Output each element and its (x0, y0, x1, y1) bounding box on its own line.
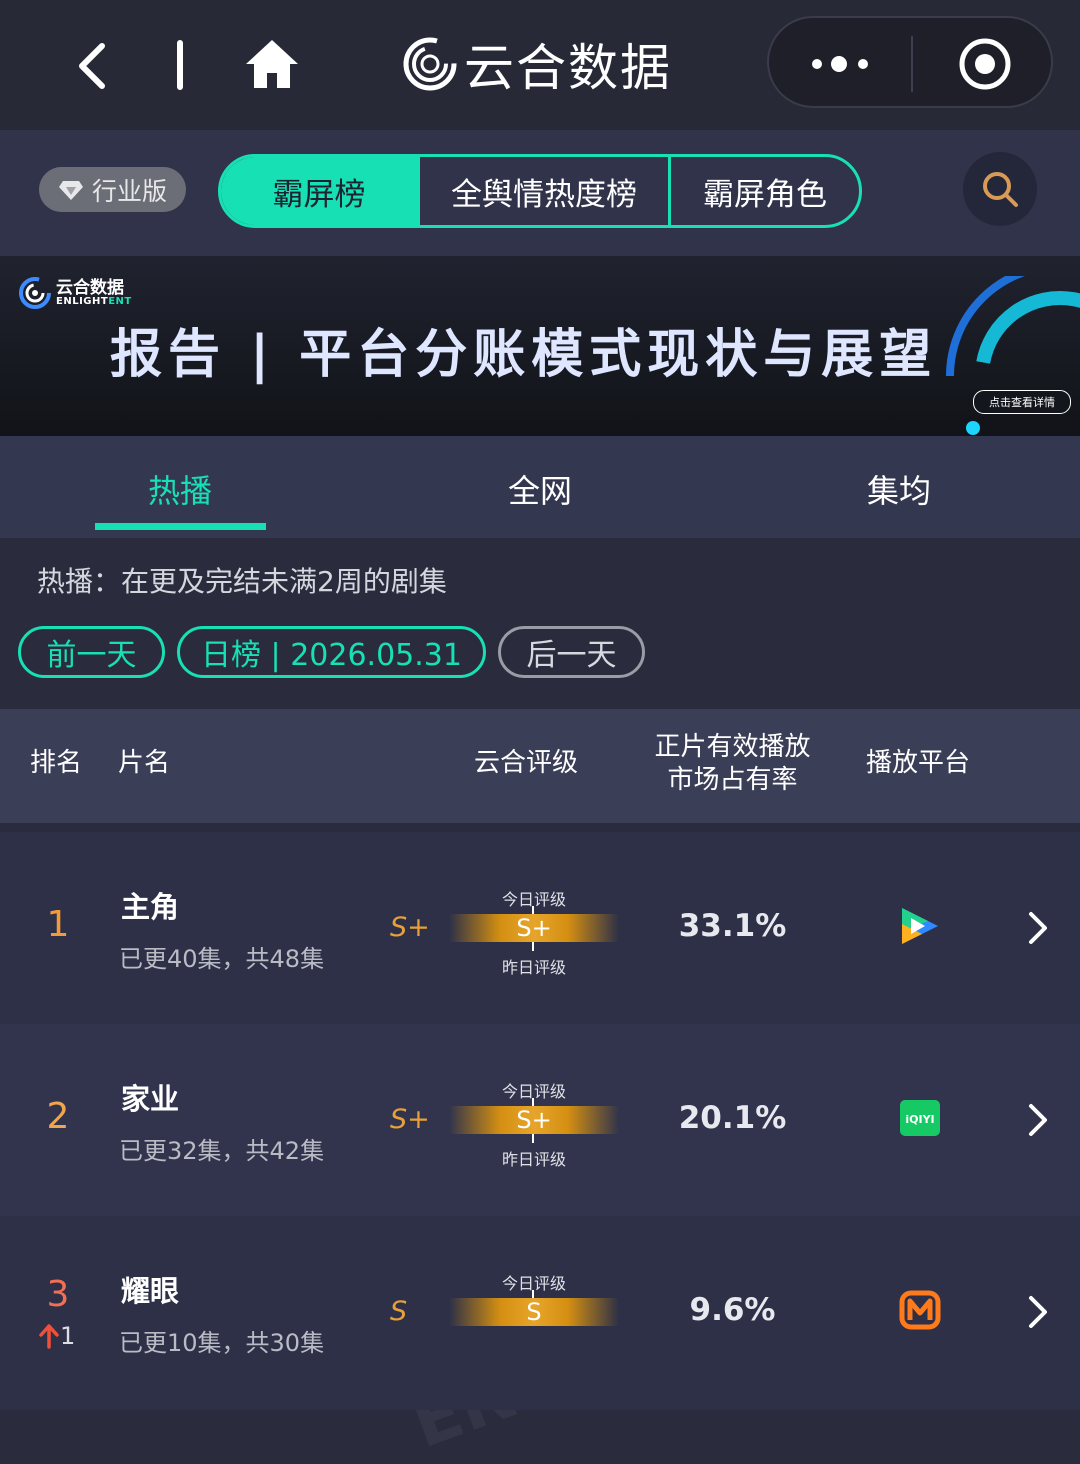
capsule-divider (911, 36, 913, 92)
grade-label: S+ (390, 1104, 430, 1135)
edition-label: 行业版 (91, 176, 167, 206)
tab-dominate-roles[interactable]: 霸屏角色 (668, 157, 859, 225)
rank-change-value: 1 (60, 1322, 76, 1350)
nav-divider (177, 40, 183, 90)
tab-per-episode[interactable]: 集均 (867, 466, 931, 512)
table-row[interactable]: 3 1 耀眼 已更10集，共30集 S 今日评级 S 9.6% (0, 1216, 1080, 1410)
ranking-type-bar: 行业版 霸屏榜 全舆情热度榜 霸屏角色 (0, 130, 1080, 256)
show-title: 主角 (121, 890, 180, 924)
tab-all-network[interactable]: 全网 (508, 466, 572, 512)
tab-hot-airing[interactable]: 热播 (148, 466, 212, 512)
diamond-icon (58, 180, 83, 200)
active-tab-indicator (95, 523, 266, 530)
home-icon[interactable] (244, 36, 300, 92)
brand-logo-icon (403, 37, 457, 91)
search-button[interactable] (963, 152, 1037, 226)
more-icon[interactable] (805, 44, 875, 84)
next-day-button[interactable]: 后一天 (498, 626, 645, 678)
grade-label: S (390, 1296, 408, 1327)
rank-number: 3 (46, 1274, 70, 1315)
chevron-right-icon[interactable] (1026, 1102, 1050, 1138)
app-title: 云合数据 (464, 39, 672, 97)
col-title: 片名 (118, 748, 171, 778)
report-banner[interactable]: 云合数据 ENLIGHTENT 报告 | 平台分账模式现状与展望 点击查看详情 (0, 256, 1080, 436)
banner-logo-cn: 云合数据 (56, 277, 124, 298)
today-grade-caption: 今日评级 (501, 1274, 566, 1293)
rank-up-arrow-icon (39, 1324, 59, 1349)
prev-day-button[interactable]: 前一天 (18, 626, 165, 678)
rank-number: 1 (46, 904, 70, 945)
market-share-value: 9.6% (689, 1292, 776, 1328)
back-arrow-icon[interactable] (70, 38, 120, 94)
rank-change: 1 (38, 1322, 75, 1350)
ranking-tabs: 霸屏榜 全舆情热度榜 霸屏角色 (218, 154, 862, 228)
app-brand: 云合数据 (402, 32, 672, 97)
table-row[interactable]: 1 主角 已更40集，共48集 S+ 今日评级 S+ 昨日评级 33.1% (0, 832, 1080, 1024)
banner-logo-en: ENLIGHTENT (56, 295, 132, 307)
ranking-description: 热播：在更及完结未满2周的剧集 (37, 565, 447, 598)
market-share-value: 33.1% (678, 908, 787, 944)
episode-status: 已更40集，共48集 (119, 945, 325, 973)
banner-detail-button[interactable]: 点击查看详情 (973, 390, 1071, 414)
close-target-icon[interactable] (957, 36, 1013, 92)
col-rating: 云合评级 (474, 748, 579, 778)
show-title: 家业 (121, 1082, 180, 1116)
rank-number: 2 (46, 1096, 70, 1137)
top-nav-bar: 云合数据 (0, 0, 1080, 130)
chevron-right-icon[interactable] (1026, 910, 1050, 946)
grade-label: S+ (390, 912, 430, 943)
table-row[interactable]: 2 家业 已更32集，共42集 S+ 今日评级 S+ 昨日评级 20.1% iQ… (0, 1024, 1080, 1216)
today-grade-caption: 今日评级 (501, 890, 566, 909)
sub-tabs: 热播 全网 集均 (0, 436, 1080, 538)
grade-tick (532, 942, 534, 951)
grade-bar-value: S+ (516, 1106, 552, 1134)
grade-tick (532, 1134, 534, 1143)
tab-dominate-chart[interactable]: 霸屏榜 (221, 157, 417, 225)
col-platform: 播放平台 (866, 748, 971, 778)
svg-text:iQIYI: iQIYI (905, 1113, 934, 1126)
banner-title: 报告 | 平台分账模式现状与展望 (110, 325, 938, 385)
search-icon (983, 172, 1018, 207)
date-selector[interactable]: 日榜 | 2026.05.31 (177, 626, 486, 678)
grade-bar-value: S (526, 1298, 542, 1326)
col-rank: 排名 (30, 748, 83, 778)
mini-program-capsule (767, 16, 1053, 108)
episode-status: 已更32集，共42集 (119, 1137, 325, 1165)
show-title: 耀眼 (121, 1274, 180, 1308)
tencent-video-icon (902, 908, 938, 944)
yesterday-grade-caption: 昨日评级 (501, 958, 566, 977)
yesterday-grade-caption: 昨日评级 (501, 1150, 566, 1169)
edition-badge[interactable]: 行业版 (39, 167, 186, 212)
chevron-right-icon[interactable] (1026, 1294, 1050, 1330)
table-header: 排名 片名 云合评级 正片有效播放 市场占有率 播放平台 (0, 709, 1080, 823)
grade-bar-value: S+ (516, 914, 552, 942)
banner-logo: 云合数据 ENLIGHTENT (18, 276, 132, 310)
market-share-value: 20.1% (678, 1100, 787, 1136)
iqiyi-icon: iQIYI (900, 1100, 940, 1136)
banner-logo-icon (19, 277, 51, 309)
col-market-share: 正片有效播放 市场占有率 (654, 732, 811, 795)
today-grade-caption: 今日评级 (501, 1082, 566, 1101)
mango-tv-icon (899, 1290, 941, 1330)
episode-status: 已更10集，共30集 (119, 1329, 325, 1357)
tab-public-opinion-heat[interactable]: 全舆情热度榜 (417, 157, 668, 225)
